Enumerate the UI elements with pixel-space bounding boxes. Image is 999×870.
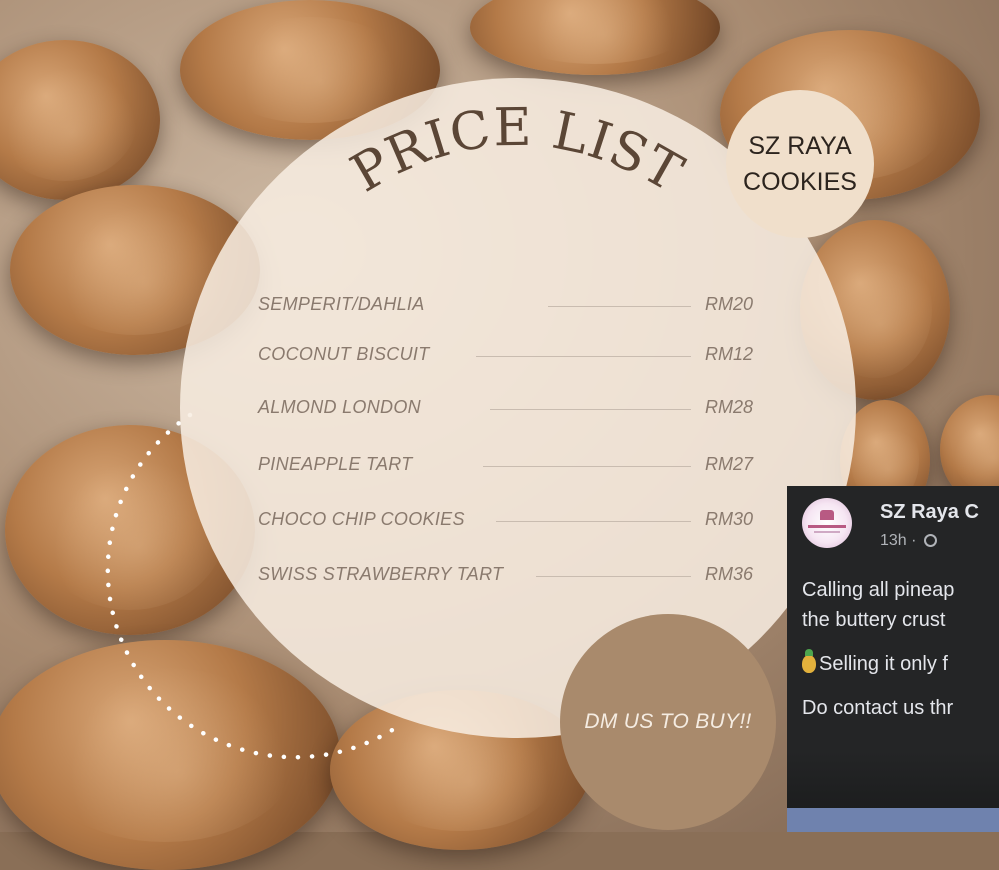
item-price: RM30 bbox=[704, 509, 753, 529]
brand-badge: SZ RAYA COOKIES bbox=[726, 90, 874, 238]
price-item-row: CHOCO CHIP COOKIES RM30 bbox=[258, 509, 753, 535]
item-price: RM12 bbox=[704, 344, 753, 364]
leader-line bbox=[548, 306, 691, 307]
item-price: RM20 bbox=[704, 294, 753, 314]
bottom-bar bbox=[787, 808, 999, 832]
logo-bar bbox=[814, 531, 840, 533]
price-item-row: COCONUT BISCUIT RM12 bbox=[258, 344, 753, 370]
page-avatar[interactable] bbox=[802, 498, 852, 548]
item-name: SWISS STRAWBERRY TART bbox=[258, 564, 504, 584]
post-text-line: the buttery crust bbox=[802, 609, 946, 631]
page-name-link[interactable]: SZ Raya C bbox=[880, 501, 979, 524]
logo-bar bbox=[808, 525, 846, 528]
facebook-post-card[interactable]: SZ Raya C 13h · Calling all pineap the b… bbox=[787, 486, 999, 832]
timestamp-text: 13h · bbox=[880, 532, 917, 549]
post-text-line: Calling all pineap bbox=[802, 579, 955, 601]
item-name: CHOCO CHIP COOKIES bbox=[258, 509, 465, 529]
chef-hat-icon bbox=[820, 510, 834, 520]
price-item-row: PINEAPPLE TART RM27 bbox=[258, 454, 753, 480]
leader-line bbox=[490, 409, 691, 410]
item-price: RM28 bbox=[704, 397, 753, 417]
post-text-line-emoji: Selling it only f bbox=[802, 649, 948, 676]
leader-line bbox=[483, 466, 691, 467]
price-item-row: SEMPERIT/DAHLIA RM20 bbox=[258, 294, 753, 320]
price-item-row: ALMOND LONDON RM28 bbox=[258, 397, 753, 423]
brand-name: SZ RAYA COOKIES bbox=[743, 128, 857, 201]
dm-cta-text: DM US TO BUY!! bbox=[584, 710, 752, 733]
post-text-line: Selling it only f bbox=[819, 653, 948, 675]
brand-line-1: SZ RAYA bbox=[748, 131, 852, 160]
pineapple-icon bbox=[802, 649, 816, 673]
item-name: PINEAPPLE TART bbox=[258, 454, 413, 474]
item-price: RM27 bbox=[704, 454, 753, 474]
globe-icon bbox=[923, 534, 937, 547]
dm-to-buy-badge: DM US TO BUY!! bbox=[560, 614, 776, 830]
leader-line bbox=[476, 356, 691, 357]
svg-text:PRICE LIST: PRICE LIST bbox=[341, 98, 693, 205]
fade-overlay bbox=[787, 751, 999, 811]
brand-line-2: COOKIES bbox=[743, 168, 857, 196]
item-price: RM36 bbox=[704, 564, 753, 584]
post-timestamp[interactable]: 13h · bbox=[880, 532, 937, 550]
item-name: COCONUT BISCUIT bbox=[258, 344, 430, 364]
cookie bbox=[470, 0, 720, 75]
leader-line bbox=[496, 521, 691, 522]
price-list-title: PRICE LIST bbox=[341, 98, 693, 205]
item-name: ALMOND LONDON bbox=[258, 397, 421, 417]
item-name: SEMPERIT/DAHLIA bbox=[258, 294, 425, 314]
post-text-line: Do contact us thr bbox=[802, 697, 954, 719]
leader-line bbox=[536, 576, 691, 577]
cookie bbox=[0, 40, 160, 200]
price-item-row: SWISS STRAWBERRY TART RM36 bbox=[258, 564, 753, 590]
